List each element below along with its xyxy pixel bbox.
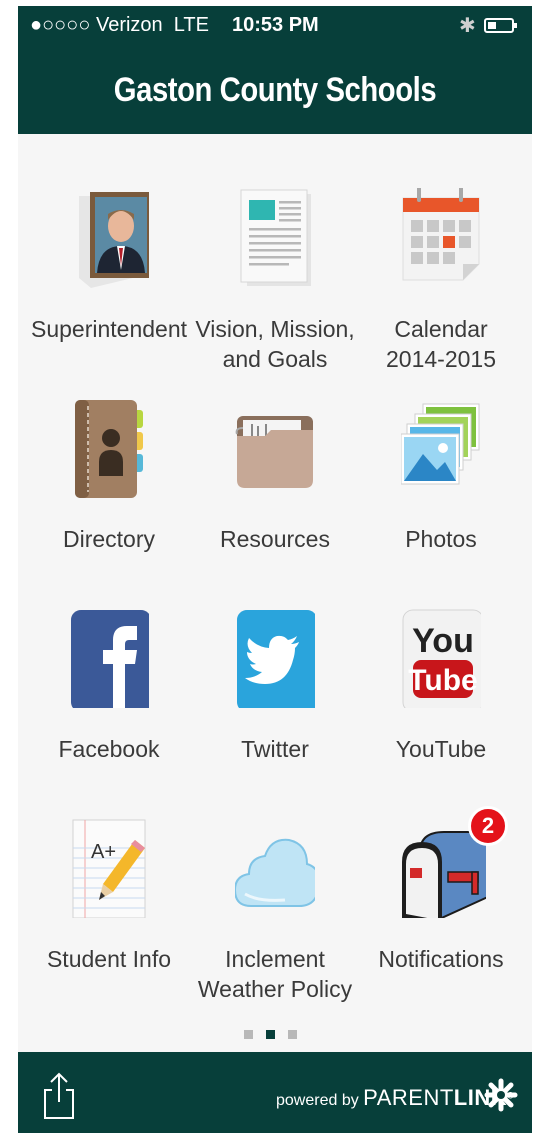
page-dot[interactable] [244, 1030, 253, 1039]
share-icon[interactable] [42, 1072, 76, 1120]
newspaper-icon [240, 189, 311, 286]
page-title: Gaston County Schools [113, 71, 437, 109]
folder-icon [235, 416, 313, 488]
tile-label: Directory [62, 526, 155, 552]
calendar-icon [402, 188, 480, 281]
status-bar: ●○○○○ Verizon LTE 10:53 PM ✱ [18, 6, 532, 46]
tile-label: YouTube [395, 736, 487, 762]
powered-by-text: powered by [276, 1092, 359, 1109]
tile-label: Calendar 2014-2015 [386, 316, 496, 372]
network-type: LTE [173, 14, 209, 36]
page-dot[interactable] [288, 1030, 297, 1039]
svg-text:Tube: Tube [408, 664, 477, 697]
tile-photos[interactable]: Photos [358, 398, 524, 568]
powered-by-parentlink: powered by PARENTLINK® [276, 1085, 514, 1111]
page-indicator[interactable] [244, 1026, 310, 1044]
tile-label: Resources [220, 526, 330, 552]
graded-paper-icon: A+ [72, 819, 146, 918]
tile-label: Inclement Weather Policy [197, 946, 353, 1002]
page-dot-active[interactable] [266, 1030, 275, 1039]
battery-icon [484, 18, 517, 33]
tile-inclement-weather-policy[interactable]: Inclement Weather Policy [192, 818, 358, 1008]
facebook-icon [71, 609, 149, 708]
tile-superintendent[interactable]: Superintendent [26, 188, 192, 373]
notification-count-badge: 2 [468, 806, 508, 846]
youtube-icon: You Tube [402, 609, 481, 708]
tile-youtube[interactable]: You Tube YouTube [358, 608, 524, 768]
tile-twitter[interactable]: Twitter [192, 608, 358, 768]
svg-text:You: You [412, 622, 474, 660]
tile-vision-mission-goals[interactable]: Vision, Mission, and Goals [192, 188, 358, 373]
tile-label: Vision, Mission, and Goals [195, 316, 355, 372]
address-book-icon [75, 400, 143, 498]
photos-icon [401, 403, 480, 485]
clock: 10:53 PM [232, 14, 319, 36]
cloud-icon [235, 838, 315, 907]
tile-facebook[interactable]: Facebook [26, 608, 192, 768]
header-bar: Gaston County Schools [18, 46, 532, 134]
tile-notifications[interactable]: 2 Notifications [358, 806, 524, 1008]
tile-label: Facebook [58, 736, 160, 762]
tile-label: Student Info [46, 946, 172, 972]
superintendent-photo-icon [79, 192, 149, 288]
tile-label: Twitter [241, 736, 309, 762]
tile-calendar[interactable]: Calendar 2014-2015 [358, 188, 524, 373]
tile-label: Notifications [378, 946, 504, 972]
bluetooth-icon: ✱ [459, 15, 476, 37]
tile-label: Superintendent [30, 316, 187, 342]
twitter-icon [237, 609, 315, 708]
tile-resources[interactable]: Resources [192, 398, 358, 568]
app-screen: ●○○○○ Verizon LTE 10:53 PM ✱ Gaston Coun… [18, 6, 532, 1133]
svg-text:A+: A+ [91, 841, 116, 863]
tile-student-info[interactable]: A+ Student Info [26, 818, 192, 1008]
tile-label: Photos [405, 526, 477, 552]
footer-bar: powered by PARENTLINK® [18, 1052, 532, 1133]
parentlink-logo-icon [484, 1078, 518, 1112]
carrier-signal: ●○○○○ Verizon LTE [30, 14, 209, 36]
tile-directory[interactable]: Directory [26, 398, 192, 568]
